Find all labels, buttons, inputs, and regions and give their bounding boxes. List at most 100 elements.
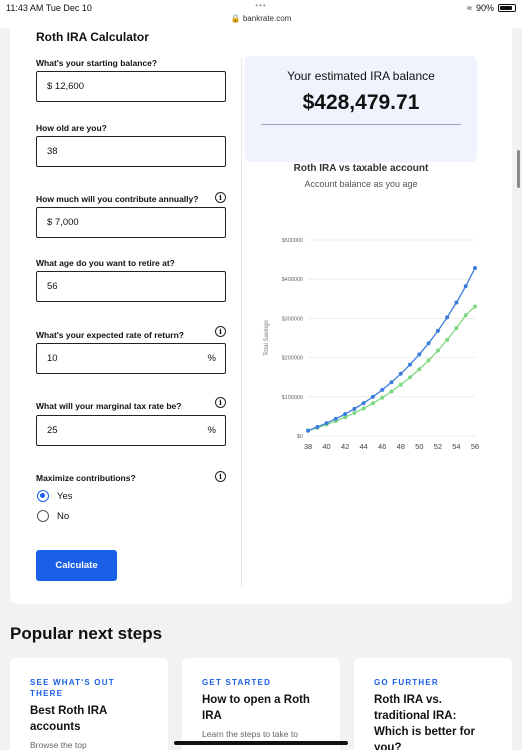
x-tick-label: 40 xyxy=(322,442,330,451)
retire-age-input[interactable]: 56 xyxy=(36,271,226,302)
age-value: 38 xyxy=(47,146,58,157)
data-point xyxy=(370,394,375,399)
starting-balance-input[interactable]: $ 12,600 xyxy=(36,71,226,102)
starting-balance-value: $ 12,600 xyxy=(47,81,84,92)
data-point xyxy=(333,416,338,421)
tax-info-icon[interactable]: i xyxy=(215,397,226,408)
percent-suffix: % xyxy=(207,425,216,436)
data-point xyxy=(463,313,468,318)
status-right: ≈ 90% xyxy=(467,3,516,13)
tax-rate-value: 25 xyxy=(47,425,58,436)
data-point xyxy=(361,401,366,406)
radio-unselected-icon[interactable] xyxy=(37,510,49,522)
tax-rate-label: What will your marginal tax rate be? xyxy=(36,401,182,411)
y-tick-label: $300000 xyxy=(282,316,303,322)
x-tick-label: 54 xyxy=(452,442,460,451)
x-tick-label: 56 xyxy=(471,442,479,451)
x-tick-label: 50 xyxy=(415,442,423,451)
percent-suffix: % xyxy=(207,353,216,364)
data-point xyxy=(398,382,403,387)
starting-balance-label: What's your starting balance? xyxy=(36,58,158,68)
annual-contribution-input[interactable]: $ 7,000 xyxy=(36,207,226,238)
data-point xyxy=(389,380,394,385)
result-box: Your estimated IRA balance $428,479.71 xyxy=(245,56,477,162)
data-point xyxy=(426,358,431,363)
address-bar[interactable]: 🔒 bankrate.com xyxy=(0,14,522,23)
data-point xyxy=(408,362,413,367)
data-point xyxy=(445,337,450,342)
card-title[interactable]: Best Roth IRA accounts xyxy=(30,703,148,735)
radio-yes[interactable]: Yes xyxy=(37,490,73,502)
scrollbar[interactable] xyxy=(517,150,520,188)
balance-chart: $0 $100000 $200000 $300000 $400000 $500000 Tot… xyxy=(264,238,479,451)
next-step-card[interactable]: GO FURTHER Roth IRA vs. traditional IRA:… xyxy=(354,658,512,750)
data-point xyxy=(343,412,348,417)
data-point xyxy=(389,389,394,394)
x-tick-label: 46 xyxy=(378,442,386,451)
retire-age-label: What age do you want to retire at? xyxy=(36,258,175,268)
radio-no[interactable]: No xyxy=(37,510,69,522)
tax-rate-input[interactable]: 25% xyxy=(36,415,226,446)
retire-age-value: 56 xyxy=(47,281,58,292)
y-tick-label: $200000 xyxy=(282,356,303,362)
data-point xyxy=(306,428,310,433)
data-point xyxy=(463,284,468,289)
maximize-info-icon[interactable]: i xyxy=(215,471,226,482)
card-description: Browse the top xyxy=(30,740,87,750)
next-step-card[interactable]: SEE WHAT'S OUT THERE Best Roth IRA accou… xyxy=(10,658,168,750)
y-axis-label: Total Savings xyxy=(264,320,270,356)
data-point xyxy=(324,421,329,426)
card-title[interactable]: Roth IRA vs. traditional IRA: Which is b… xyxy=(374,692,492,750)
maximize-label: Maximize contributions? xyxy=(36,473,136,483)
x-tick-label: 44 xyxy=(359,442,367,451)
home-indicator[interactable] xyxy=(174,741,348,745)
data-point xyxy=(473,266,477,271)
data-point xyxy=(417,367,422,372)
chart-title: Roth IRA vs taxable account xyxy=(293,163,429,174)
y-tick-label: $500000 xyxy=(282,238,303,244)
url-text: bankrate.com xyxy=(242,14,292,23)
data-point xyxy=(352,406,357,411)
chart-subtitle: Account balance as you age xyxy=(304,179,418,189)
y-tick-label: $100000 xyxy=(282,395,303,401)
data-point xyxy=(473,304,477,309)
card-eyebrow: GO FURTHER xyxy=(374,678,439,687)
age-input[interactable]: 38 xyxy=(36,136,226,167)
result-value: $428,479.71 xyxy=(302,91,420,114)
data-point xyxy=(315,425,320,430)
x-tick-label: 52 xyxy=(434,442,442,451)
annual-contribution-label: How much will you contribute annually? xyxy=(36,194,199,204)
data-point xyxy=(398,371,403,376)
radio-no-label: No xyxy=(57,510,70,522)
calculate-button[interactable]: Calculate xyxy=(36,550,117,581)
data-point xyxy=(454,300,459,305)
data-point xyxy=(435,328,440,333)
calculator-title: Roth IRA Calculator xyxy=(36,30,149,44)
y-tick-label: $0 xyxy=(297,434,303,440)
data-point xyxy=(361,406,366,411)
card-description: Learn the steps to take to xyxy=(202,729,298,739)
tab-dots-icon[interactable]: ••• xyxy=(0,1,522,10)
rate-of-return-input[interactable]: 10% xyxy=(36,343,226,374)
data-point xyxy=(426,341,431,346)
data-point xyxy=(435,348,440,353)
data-point xyxy=(380,395,385,400)
lock-icon: 🔒 xyxy=(230,14,241,23)
x-tick-label: 38 xyxy=(304,442,312,451)
contribution-info-icon[interactable]: i xyxy=(215,192,226,203)
next-step-card[interactable]: GET STARTED How to open a Roth IRA Learn… xyxy=(182,658,340,750)
data-point xyxy=(408,375,413,380)
data-point xyxy=(352,410,357,415)
popular-heading: Popular next steps xyxy=(10,624,163,643)
data-point xyxy=(370,401,375,406)
data-point xyxy=(454,326,459,331)
card-title[interactable]: How to open a Roth IRA xyxy=(202,692,320,724)
data-point xyxy=(417,352,422,357)
radio-selected-icon[interactable] xyxy=(37,490,49,502)
x-tick-label: 48 xyxy=(397,442,405,451)
rate-info-icon[interactable]: i xyxy=(215,326,226,337)
radio-yes-label: Yes xyxy=(57,490,73,502)
x-tick-label: 42 xyxy=(341,442,349,451)
y-tick-label: $400000 xyxy=(282,277,303,283)
result-underline xyxy=(261,124,461,125)
